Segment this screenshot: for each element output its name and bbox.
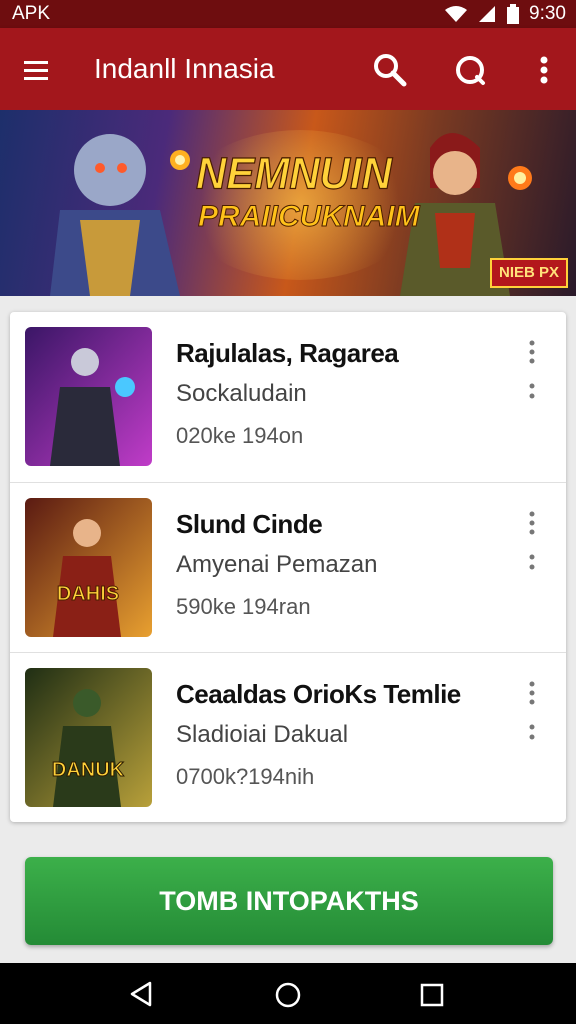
list-item[interactable]: Rajulalas, Ragarea Sockaludain 020ke 194… — [10, 312, 566, 482]
status-app-label: APK — [12, 3, 51, 24]
item-more-icon[interactable] — [522, 338, 542, 366]
status-time: 9:30 — [529, 3, 566, 24]
back-icon[interactable] — [128, 981, 154, 1007]
game-thumbnail: DANUK — [25, 668, 152, 807]
banner-headline: NEMNUIN — [195, 148, 392, 199]
game-thumbnail — [25, 327, 152, 466]
thumb-label: DAHIS — [57, 583, 119, 605]
list-item[interactable]: DAHIS Slund Cinde Amyenai Pemazan 590ke … — [10, 482, 566, 652]
home-icon[interactable] — [274, 981, 302, 1009]
banner-tag: NIEB PX — [490, 258, 568, 288]
item-subtitle: Amyenai Pemazan — [176, 551, 378, 578]
install-button[interactable]: TOMB INTOPAKTHS — [25, 857, 553, 945]
item-subtitle: Sladioiai Dakual — [176, 721, 349, 748]
game-thumbnail: DAHIS — [25, 498, 152, 637]
promo-banner[interactable]: NEMNUIN PRAIICUKNAIM NIEB PX — [0, 110, 576, 296]
item-meta: 0700k?194nih — [176, 764, 315, 789]
app-title: Indanll Innasia — [94, 53, 275, 84]
more-vert-icon[interactable] — [530, 50, 558, 90]
status-icons: 9:30 — [445, 3, 566, 25]
list-item[interactable]: DANUK Ceaaldas OrioKs Temlie Sladioiai D… — [10, 652, 566, 822]
system-nav-bar — [0, 963, 576, 1024]
item-meta: 590ke 194ran — [176, 594, 311, 619]
item-meta: 020ke 194on — [176, 423, 304, 448]
recent-apps-icon[interactable] — [420, 983, 444, 1007]
refresh-icon[interactable] — [450, 50, 490, 90]
signal-icon — [479, 6, 496, 22]
item-title: Slund Cinde — [176, 509, 323, 539]
item-more-icon[interactable] — [522, 509, 542, 537]
game-list: Rajulalas, Ragarea Sockaludain 020ke 194… — [10, 312, 566, 822]
battery-icon — [507, 4, 520, 24]
wifi-icon — [445, 6, 468, 22]
status-bar: APK 9:30 — [0, 0, 576, 28]
item-more-icon[interactable] — [522, 679, 542, 707]
menu-icon[interactable] — [20, 54, 52, 86]
thumb-label: DANUK — [52, 759, 125, 781]
item-title: Ceaaldas OrioKs Temlie — [176, 679, 461, 709]
item-title: Rajulalas, Ragarea — [176, 338, 399, 368]
item-secondary-icon[interactable] — [522, 549, 542, 577]
banner-hero-left-image — [50, 134, 190, 296]
item-secondary-icon[interactable] — [522, 378, 542, 406]
search-icon[interactable] — [370, 50, 410, 90]
app-bar: Indanll Innasia — [0, 28, 576, 110]
item-secondary-icon[interactable] — [522, 719, 542, 747]
item-subtitle: Sockaludain — [176, 380, 307, 407]
banner-subheadline: PRAIICUKNAIM — [198, 200, 421, 234]
